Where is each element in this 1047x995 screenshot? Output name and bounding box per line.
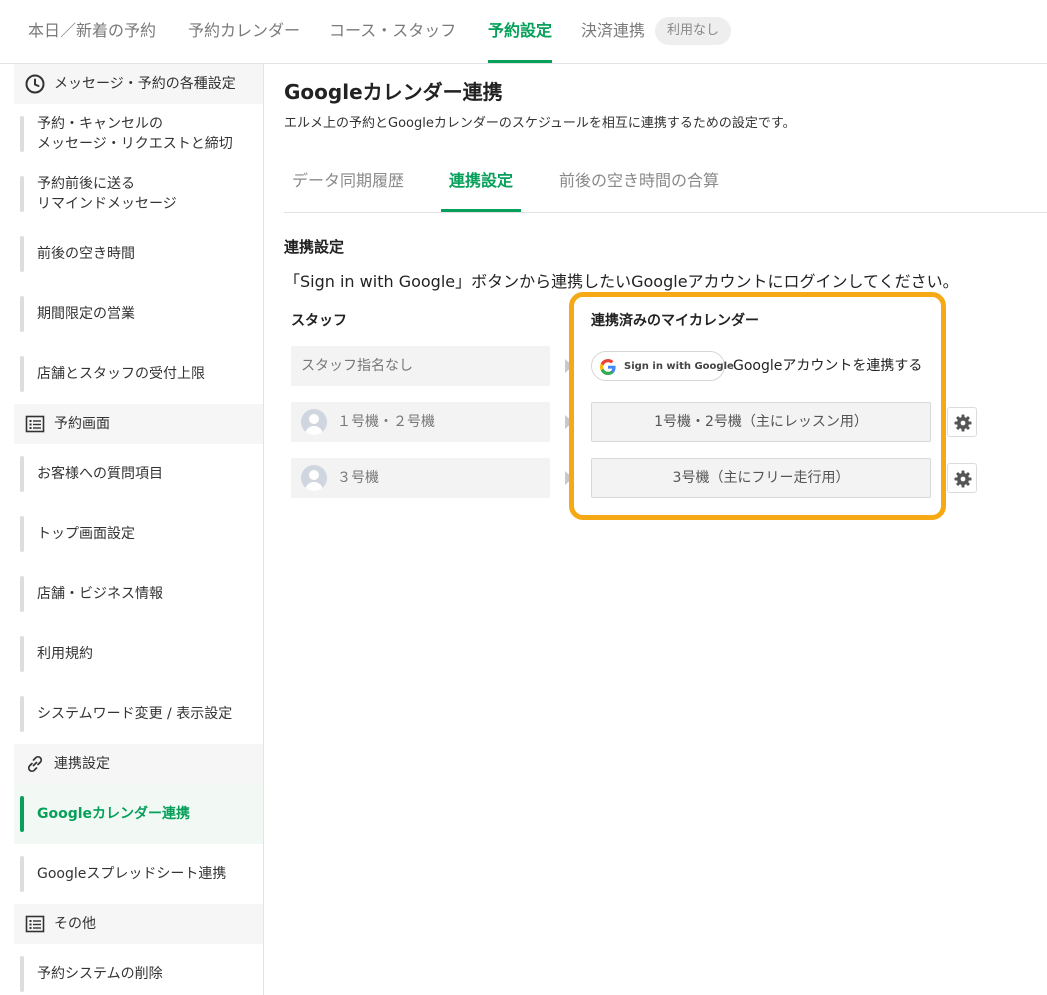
sidebar-section-booking-screen: 予約画面 bbox=[14, 404, 263, 444]
page-description: エルメ上の予約とGoogleカレンダーのスケジュールを相互に連携するための設定で… bbox=[284, 116, 796, 131]
sidebar-item-label: 前後の空き時間 bbox=[37, 246, 135, 262]
staff-name: １号機・２号機 bbox=[337, 414, 435, 430]
subtab-integration-settings[interactable]: 連携設定 bbox=[441, 158, 521, 212]
sidebar-item-top-screen[interactable]: トップ画面設定 bbox=[14, 504, 263, 564]
gear-icon bbox=[954, 470, 972, 488]
sidebar-item-label: お客様への質問項目 bbox=[37, 466, 163, 482]
sidebar-item-label: システムワード変更 / 表示設定 bbox=[37, 706, 233, 722]
tab-today-new-bookings[interactable]: 本日／新着の予約 bbox=[28, 0, 156, 63]
sidebar-item-remind-messages[interactable]: 予約前後に送る リマインドメッセージ bbox=[14, 164, 263, 224]
list-icon bbox=[25, 915, 45, 933]
sidebar-section-other: その他 bbox=[14, 904, 263, 944]
top-nav: 本日／新着の予約 予約カレンダー コース・スタッフ 予約設定 決済連携 利用なし bbox=[0, 0, 1047, 64]
page-title: Googleカレンダー連携 bbox=[284, 80, 503, 104]
sidebar-item-label: 予約・キャンセルの メッセージ・リクエストと締切 bbox=[37, 116, 233, 152]
staff-cell-no-nomination: スタッフ指名なし bbox=[291, 346, 550, 386]
staff-name: スタッフ指名なし bbox=[301, 358, 413, 374]
sidebar-section-integration: 連携設定 bbox=[14, 744, 263, 784]
sidebar-item-business-info[interactable]: 店舗・ビジネス情報 bbox=[14, 564, 263, 624]
calendar-settings-button[interactable] bbox=[947, 463, 977, 493]
section-description: 「Sign in with Google」ボタンから連携したいGoogleアカウ… bbox=[284, 272, 959, 291]
sidebar-item-terms[interactable]: 利用規約 bbox=[14, 624, 263, 684]
sidebar-section-label: 予約画面 bbox=[54, 416, 110, 432]
sidebar-section-label: その他 bbox=[54, 916, 96, 932]
sidebar-item-google-calendar[interactable]: Googleカレンダー連携 bbox=[14, 784, 263, 844]
link-icon bbox=[27, 755, 43, 773]
avatar bbox=[301, 465, 327, 491]
sidebar-section-label: 連携設定 bbox=[54, 756, 110, 772]
sidebar-item-buffer-time[interactable]: 前後の空き時間 bbox=[14, 224, 263, 284]
tab-booking-calendar[interactable]: 予約カレンダー bbox=[188, 0, 300, 63]
sidebar-section-message-settings: メッセージ・予約の各種設定 bbox=[14, 64, 263, 104]
sidebar-section-label: メッセージ・予約の各種設定 bbox=[54, 76, 236, 92]
sidebar-item-label: Googleカレンダー連携 bbox=[37, 806, 191, 822]
sidebar-item-label: 期間限定の営業 bbox=[37, 306, 135, 322]
tab-booking-settings[interactable]: 予約設定 bbox=[488, 0, 553, 63]
list-icon bbox=[25, 415, 45, 433]
avatar bbox=[301, 409, 327, 435]
sidebar-item-delete-system[interactable]: 予約システムの削除 bbox=[14, 944, 263, 995]
clock-icon bbox=[25, 74, 45, 94]
calendar-settings-button[interactable] bbox=[947, 407, 977, 437]
sidebar-item-customer-questions[interactable]: お客様への質問項目 bbox=[14, 444, 263, 504]
main-content: Googleカレンダー連携 エルメ上の予約とGoogleカレンダーのスケジュール… bbox=[264, 64, 1047, 995]
sidebar-item-reception-limit[interactable]: 店舗とスタッフの受付上限 bbox=[14, 344, 263, 404]
section-title: 連携設定 bbox=[284, 238, 345, 256]
sidebar-item-label: 予約システムの削除 bbox=[37, 966, 163, 982]
tab-course-staff[interactable]: コース・スタッフ bbox=[329, 0, 456, 63]
sidebar-item-label: トップ画面設定 bbox=[37, 526, 135, 542]
sidebar: メッセージ・予約の各種設定 予約・キャンセルの メッセージ・リクエストと締切 予… bbox=[0, 64, 264, 995]
tab-payment[interactable]: 決済連携 bbox=[581, 0, 645, 63]
sidebar-item-label: Googleスプレッドシート連携 bbox=[37, 866, 227, 882]
sidebar-item-google-sheets[interactable]: Googleスプレッドシート連携 bbox=[14, 844, 263, 904]
staff-cell-machine-1-2: １号機・２号機 bbox=[291, 402, 550, 442]
payment-status-badge: 利用なし bbox=[655, 17, 732, 45]
sidebar-item-label: 利用規約 bbox=[37, 646, 93, 662]
staff-cell-machine-3: ３号機 bbox=[291, 458, 550, 498]
subtab-sync-history[interactable]: データ同期履歴 bbox=[284, 158, 412, 212]
sidebar-item-label: 予約前後に送る リマインドメッセージ bbox=[37, 176, 177, 212]
staff-name: ３号機 bbox=[337, 470, 379, 486]
sidebar-item-system-words[interactable]: システムワード変更 / 表示設定 bbox=[14, 684, 263, 744]
sidebar-item-booking-cancel-messages[interactable]: 予約・キャンセルの メッセージ・リクエストと締切 bbox=[14, 104, 263, 164]
sidebar-item-limited-business[interactable]: 期間限定の営業 bbox=[14, 284, 263, 344]
staff-column-header: スタッフ bbox=[291, 313, 347, 329]
highlight-annotation bbox=[569, 292, 946, 520]
subtabs: データ同期履歴 連携設定 前後の空き時間の合算 bbox=[284, 158, 1047, 213]
sidebar-item-label: 店舗とスタッフの受付上限 bbox=[37, 366, 205, 382]
sidebar-item-label: 店舗・ビジネス情報 bbox=[37, 586, 163, 602]
subtab-buffer-time-sum[interactable]: 前後の空き時間の合算 bbox=[550, 158, 728, 212]
gear-icon bbox=[954, 414, 972, 432]
